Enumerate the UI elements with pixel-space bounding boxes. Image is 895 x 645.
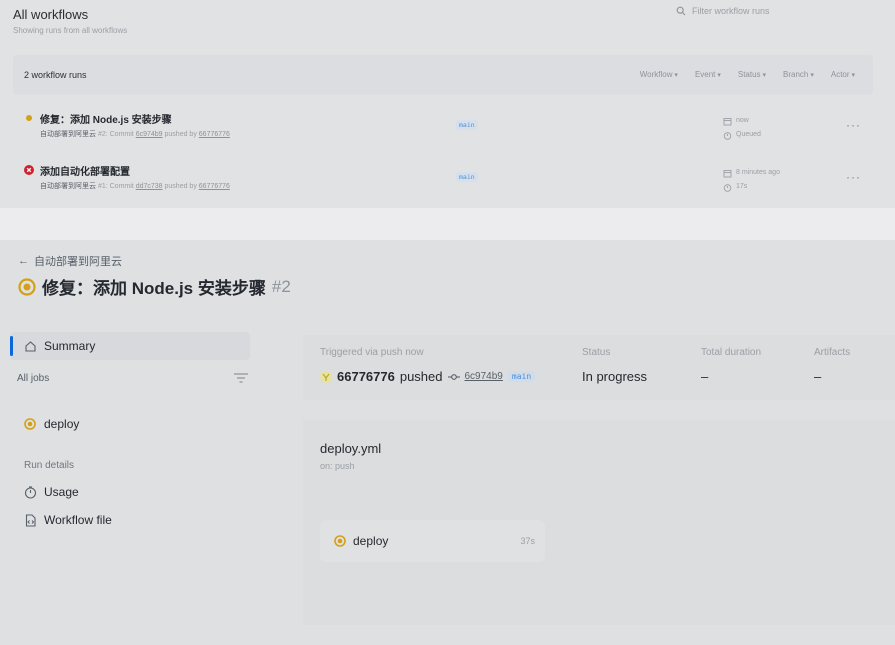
calendar-icon: [723, 117, 732, 125]
run-timing: 8 minutes ago 17s: [723, 166, 780, 194]
stopwatch-icon: [723, 131, 732, 140]
status-label: Status: [582, 347, 611, 358]
sidebar-item-label: Usage: [44, 485, 79, 499]
sidebar-item-usage[interactable]: Usage: [24, 485, 79, 499]
divider: [0, 208, 895, 240]
stopwatch-icon: [24, 485, 37, 499]
actor-link[interactable]: 66776776: [337, 369, 395, 384]
sidebar-item-label: Workflow file: [44, 513, 112, 527]
stopwatch-icon: [723, 183, 732, 192]
search-icon: [676, 6, 686, 16]
run-title[interactable]: 添加自动化部署配置: [40, 163, 130, 178]
arrow-left-icon: ←: [18, 255, 29, 267]
in-progress-icon: [18, 277, 36, 296]
commit-icon: [447, 373, 460, 380]
run-row[interactable]: 添加自动化部署配置 自动部署到阿里云 #1: Commit dd7c738 pu…: [13, 156, 873, 204]
pushed-label: pushed: [399, 369, 443, 384]
sidebar-item-label: Summary: [44, 339, 96, 353]
workflow-graph-card: deploy.yml on: push deploy 37s: [303, 420, 895, 625]
more-options-button[interactable]: ···: [846, 170, 861, 184]
filter-workflow-dropdown[interactable]: Workflow: [640, 70, 678, 79]
in-progress-icon: [334, 535, 346, 547]
runs-header: 2 workflow runs Workflow Event Status Br…: [13, 55, 873, 95]
run-number: #2: [271, 276, 291, 296]
run-commit-link[interactable]: 6c974b9: [136, 131, 163, 138]
workflow-runs-panel: All workflows Showing runs from all work…: [0, 0, 895, 208]
run-duration: 17s: [736, 183, 748, 190]
artifacts-value: –: [814, 369, 822, 384]
page-title: All workflows: [13, 7, 89, 22]
active-indicator: [10, 336, 13, 356]
run-heading: 修复：添加 Node.js 安装步骤 #2: [18, 274, 291, 299]
run-pushed-by: pushed by: [164, 183, 197, 190]
job-node-deploy[interactable]: deploy 37s: [320, 520, 545, 562]
triggered-label: Triggered via push now: [320, 347, 424, 358]
run-workflow: 自动部署到阿里云: [40, 131, 96, 138]
artifacts-label: Artifacts: [814, 347, 851, 358]
run-summary-card: Triggered via push now 66776776 pushed 6…: [303, 335, 895, 400]
back-link-label: 自动部署到阿里云: [34, 256, 122, 268]
run-commit-link[interactable]: dd7c738: [136, 183, 163, 190]
filter-icon[interactable]: [234, 373, 248, 383]
job-node-label: deploy: [353, 534, 389, 548]
run-actor-link[interactable]: 66776776: [199, 131, 230, 138]
run-detail-panel: ← 自动部署到阿里云 修复：添加 Node.js 安装步骤 #2 Summary…: [0, 240, 895, 645]
in-progress-icon: [24, 418, 36, 430]
branch-badge[interactable]: main: [507, 371, 536, 382]
sidebar-item-deploy[interactable]: deploy: [24, 417, 79, 431]
run-row[interactable]: 修复：添加 Node.js 安装步骤 自动部署到阿里云 #2: Commit 6…: [13, 104, 873, 152]
job-label: deploy: [44, 417, 80, 431]
in-progress-icon: [24, 113, 34, 123]
failed-icon: [24, 165, 34, 175]
run-duration: Queued: [736, 131, 761, 138]
run-meta: 自动部署到阿里云 #1: Commit dd7c738 pushed by 66…: [40, 181, 230, 191]
duration-label: Total duration: [701, 347, 762, 358]
workflow-file-name: deploy.yml: [320, 441, 382, 456]
filter-placeholder: Filter workflow runs: [692, 6, 770, 16]
status-value: In progress: [582, 369, 648, 384]
run-label: #1: Commit: [97, 183, 134, 190]
branch-badge[interactable]: main: [456, 172, 478, 182]
home-icon: [25, 340, 36, 352]
runs-filters: Workflow Event Status Branch Actor: [640, 70, 855, 79]
file-code-icon: [25, 513, 36, 527]
more-options-button[interactable]: ···: [846, 118, 861, 132]
sidebar-item-workflow-file[interactable]: Workflow file: [24, 513, 112, 527]
run-time: 8 minutes ago: [736, 169, 780, 176]
run-details-heading: Run details: [24, 460, 75, 471]
filter-runs-input[interactable]: Filter workflow runs: [676, 6, 770, 16]
all-jobs-label: All jobs: [17, 373, 50, 384]
filter-branch-dropdown[interactable]: Branch: [783, 70, 814, 79]
page-subtitle: Showing runs from all workflows: [13, 26, 128, 35]
calendar-icon: [723, 169, 732, 177]
run-workflow: 自动部署到阿里云: [40, 183, 96, 190]
filter-status-dropdown[interactable]: Status: [738, 70, 766, 79]
run-label: #2: Commit: [97, 131, 134, 138]
filter-event-dropdown[interactable]: Event: [695, 70, 721, 79]
run-pushed-by: pushed by: [164, 131, 197, 138]
sidebar-item-summary[interactable]: Summary: [10, 332, 250, 360]
duration-value: –: [701, 369, 709, 384]
run-timing: now Queued: [723, 114, 761, 142]
run-meta: 自动部署到阿里云 #2: Commit 6c974b9 pushed by 66…: [40, 129, 230, 139]
job-node-duration: 37s: [520, 536, 535, 546]
workflow-trigger: on: push: [320, 461, 355, 471]
run-actor-link[interactable]: 66776776: [199, 183, 230, 190]
avatar[interactable]: [320, 370, 332, 383]
run-title[interactable]: 修复：添加 Node.js 安装步骤: [40, 111, 172, 126]
commit-link[interactable]: 6c974b9: [465, 371, 503, 382]
branch-badge[interactable]: main: [456, 120, 478, 130]
run-time: now: [736, 117, 749, 124]
filter-actor-dropdown[interactable]: Actor: [831, 70, 855, 79]
back-link[interactable]: ← 自动部署到阿里云: [18, 253, 122, 269]
trigger-info: 66776776 pushed 6c974b9 main: [320, 369, 536, 384]
run-heading-title: 修复：添加 Node.js 安装步骤: [42, 279, 266, 298]
runs-count: 2 workflow runs: [24, 70, 87, 80]
